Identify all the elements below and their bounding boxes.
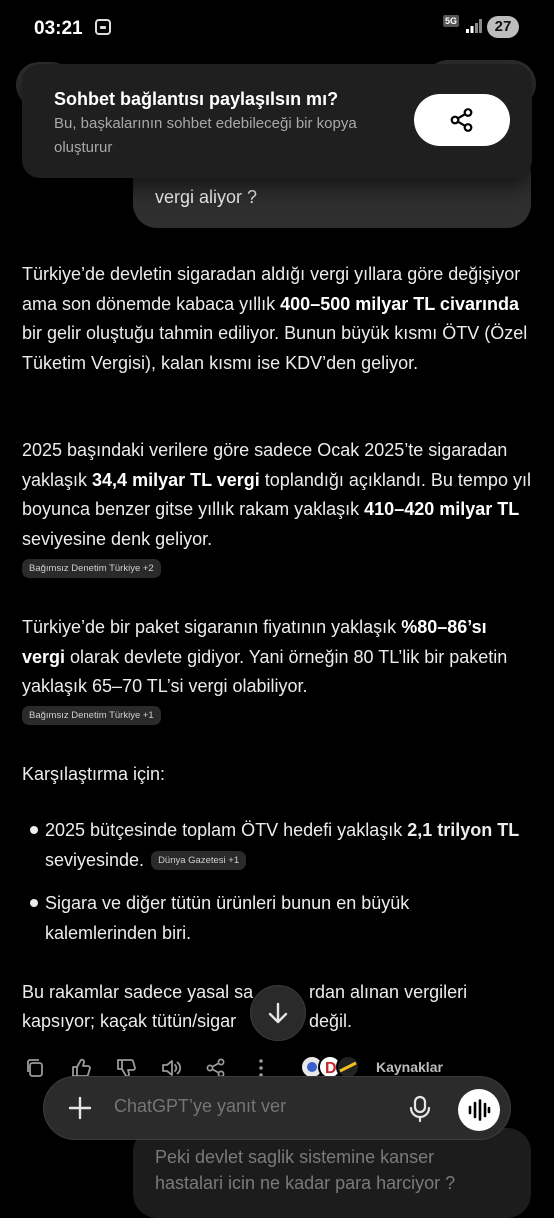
arrow-down-icon bbox=[268, 1002, 288, 1024]
message-input[interactable] bbox=[114, 1096, 384, 1117]
waveform-icon bbox=[468, 1099, 491, 1121]
voice-mode-button[interactable] bbox=[458, 1089, 500, 1131]
answer-paragraph-2: 2025 başındaki verilere göre sadece Ocak… bbox=[22, 436, 532, 554]
bullet-item-1: 2025 bütçesinde toplam ÖTV hedefi yaklaş… bbox=[45, 816, 525, 875]
answer-paragraph-1: Türkiye’de devletin sigaradan aldığı ver… bbox=[22, 260, 532, 378]
source-chip[interactable]: Bağımsız Denetim Türkiye +1 bbox=[22, 706, 161, 725]
text-span: seviyesinde. bbox=[45, 849, 150, 870]
next-user-message-text: Peki devlet saglik sistemine kanser hast… bbox=[155, 1147, 456, 1193]
share-popup-title: Sohbet bağlantısı paylaşılsın mı? bbox=[54, 89, 339, 109]
text-span: bir gelir oluştuğu tahmin ediliyor. Bunu… bbox=[22, 323, 528, 373]
bullet-item-2: Sigara ve diğer tütün ürünleri bunun en … bbox=[45, 893, 410, 943]
svg-text:D: D bbox=[325, 1060, 337, 1077]
screen-record-icon bbox=[95, 19, 111, 35]
text-span: olarak devlete gidiyor. Yani örneğin 80 … bbox=[22, 646, 508, 697]
plus-icon[interactable] bbox=[66, 1094, 94, 1122]
source-chip[interactable]: Bağımsız Denetim Türkiye +2 bbox=[22, 559, 161, 578]
share-popup: Sohbet bağlantısı paylaşılsın mı? Bu, ba… bbox=[22, 64, 532, 178]
bullet-dot bbox=[30, 826, 38, 834]
bold-span: 400–500 milyar TL civarında bbox=[280, 293, 519, 314]
composer bbox=[43, 1076, 511, 1140]
source-chip[interactable]: Dünya Gazetesi +1 bbox=[151, 850, 247, 870]
text-span: Türkiye’de bir paket sigaranın fiyatının… bbox=[22, 617, 402, 637]
bold-span: 2,1 trilyon TL bbox=[407, 820, 520, 840]
bold-span: 34,4 milyar TL vergi bbox=[92, 469, 260, 490]
answer-paragraph-5-line-2-left: kapsıyor; kaçak tütün/sigar bbox=[22, 1011, 237, 1031]
microphone-icon[interactable] bbox=[408, 1095, 432, 1123]
answer-paragraph-5-line-2-right: değil. bbox=[309, 1011, 353, 1031]
bold-span: 410–420 milyar TL bbox=[364, 499, 520, 519]
next-user-message-bubble: Peki devlet saglik sistemine kanser hast… bbox=[133, 1128, 531, 1218]
answer-paragraph-4: Karşılaştırma için: bbox=[22, 764, 166, 784]
network-type: 5G bbox=[443, 15, 460, 27]
text-span: seviyesine denk geliyor. bbox=[22, 528, 213, 549]
text-span: 2025 bütçesinde toplam ÖTV hedefi yaklaş… bbox=[45, 820, 408, 840]
answer-paragraph-5-line-1-left: Bu rakamlar sadece yasal sa bbox=[22, 982, 254, 1002]
sources-label[interactable]: Kaynaklar bbox=[376, 1059, 443, 1075]
user-message-text: vergi aliyor ? bbox=[155, 187, 258, 207]
share-popup-description: Bu, başkalarının sohbet edebileceği bir … bbox=[54, 115, 357, 156]
answer-paragraph-3: Türkiye’de bir paket sigaranın fiyatının… bbox=[22, 613, 532, 702]
answer-paragraph-5-line-1-right: rdan alınan vergileri bbox=[309, 982, 468, 1002]
copy-icon[interactable] bbox=[24, 1057, 46, 1079]
battery-icon: 27 bbox=[487, 16, 519, 38]
status-time: 03:21 bbox=[34, 18, 83, 39]
bullet-dot bbox=[30, 899, 38, 907]
scroll-down-button[interactable] bbox=[250, 985, 306, 1041]
share-button[interactable] bbox=[414, 94, 510, 146]
share-icon bbox=[450, 108, 473, 132]
signal-icon bbox=[466, 19, 482, 33]
